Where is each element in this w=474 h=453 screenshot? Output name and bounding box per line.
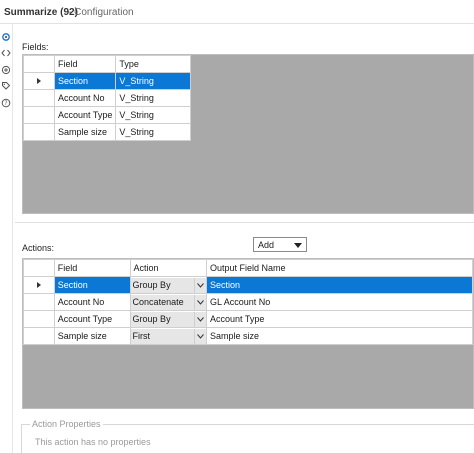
action-cell[interactable]: Group By [129, 310, 208, 328]
table-row[interactable]: Account Type Group By Account Type [23, 310, 473, 328]
configuration-header: Summarize (92) - Configuration [0, 0, 474, 24]
action-select-value: First [132, 330, 151, 341]
action-select[interactable]: Concatenate [131, 294, 206, 310]
help-icon[interactable]: ? [1, 98, 11, 108]
action-select-value: Group By [132, 313, 171, 324]
corner-cell [23, 259, 55, 277]
chevron-down-icon [294, 243, 302, 248]
chevron-down-icon[interactable] [194, 328, 206, 344]
row-selector[interactable] [23, 123, 55, 141]
type-cell[interactable]: V_String [115, 89, 192, 107]
field-cell[interactable]: Section [53, 72, 117, 90]
column-header-field[interactable]: Field [53, 55, 117, 73]
fields-label: Fields: [22, 42, 49, 52]
action-properties-group: Action Properties This action has no pro… [21, 419, 474, 453]
table-row[interactable]: Account No Concatenate GL Account No [23, 293, 473, 311]
action-cell[interactable]: First [129, 327, 208, 345]
output-field-cell[interactable]: Sample size [206, 327, 473, 345]
section-divider [15, 222, 474, 223]
add-action-dropdown[interactable]: Add [253, 237, 307, 252]
chevron-down-icon[interactable] [194, 294, 206, 310]
actions-header-row: Field Action Output Field Name [23, 259, 473, 277]
corner-cell [23, 55, 55, 73]
actions-label: Actions: [22, 243, 55, 253]
chevron-down-icon[interactable] [194, 311, 206, 327]
action-select-value: Concatenate [132, 296, 184, 307]
row-selector[interactable] [23, 327, 55, 345]
output-field-cell[interactable]: Account Type [206, 310, 473, 328]
actions-grid[interactable]: Field Action Output Field Name Section G… [22, 258, 474, 409]
field-cell[interactable]: Account Type [53, 106, 117, 124]
fields-header-row: Field Type [23, 55, 192, 73]
action-properties-legend: Action Properties [30, 419, 103, 429]
field-cell[interactable]: Account No [53, 293, 131, 311]
table-row[interactable]: Account No V_String [23, 89, 192, 107]
table-row[interactable]: Account Type V_String [23, 106, 192, 124]
table-row[interactable]: Sample size V_String [23, 123, 192, 141]
column-header-type[interactable]: Type [115, 55, 192, 73]
column-header-output-field-name[interactable]: Output Field Name [206, 259, 473, 277]
row-selector[interactable] [23, 310, 55, 328]
field-cell[interactable]: Section [53, 276, 131, 294]
tool-title: Summarize (92) [4, 7, 78, 18]
current-row-arrow-icon [36, 282, 41, 288]
field-cell[interactable]: Sample size [53, 123, 117, 141]
row-selector[interactable] [23, 89, 55, 107]
field-cell[interactable]: Account Type [53, 310, 131, 328]
tag-icon[interactable] [1, 81, 11, 91]
column-header-action[interactable]: Action [129, 259, 208, 277]
row-selector[interactable] [23, 72, 55, 90]
column-header-field[interactable]: Field [53, 259, 131, 277]
row-selector[interactable] [23, 293, 55, 311]
svg-text:?: ? [4, 100, 7, 107]
table-row[interactable]: Sample size First Sample size [23, 327, 473, 345]
action-cell[interactable]: Group By [129, 276, 208, 294]
row-selector[interactable] [23, 276, 55, 294]
chevron-down-icon[interactable] [194, 277, 206, 293]
fields-grid[interactable]: Field Type Section V_String Account No V… [22, 54, 474, 214]
action-select[interactable]: Group By [131, 311, 206, 327]
add-button-label: Add [258, 240, 275, 250]
field-cell[interactable]: Account No [53, 89, 117, 107]
gear-icon[interactable] [1, 32, 11, 42]
row-selector[interactable] [23, 106, 55, 124]
config-icon[interactable] [1, 65, 11, 75]
table-row[interactable]: Section Group By Section [23, 276, 473, 294]
current-row-arrow-icon [37, 78, 41, 84]
output-field-cell[interactable]: Section [206, 276, 473, 294]
table-row[interactable]: Section V_String [23, 72, 192, 90]
action-select-value: Group By [132, 279, 171, 290]
code-icon[interactable] [1, 48, 11, 58]
field-cell[interactable]: Sample size [53, 327, 131, 345]
configuration-label: - Configuration [68, 7, 134, 18]
type-cell[interactable]: V_String [115, 123, 192, 141]
action-select[interactable]: Group By [131, 277, 206, 293]
output-field-cell[interactable]: GL Account No [206, 293, 473, 311]
action-cell[interactable]: Concatenate [129, 293, 208, 311]
action-properties-message: This action has no properties [35, 437, 151, 447]
type-cell[interactable]: V_String [115, 106, 192, 124]
side-icon-bar: ? [0, 24, 13, 453]
action-select[interactable]: First [131, 328, 206, 344]
type-cell[interactable]: V_String [115, 72, 192, 90]
